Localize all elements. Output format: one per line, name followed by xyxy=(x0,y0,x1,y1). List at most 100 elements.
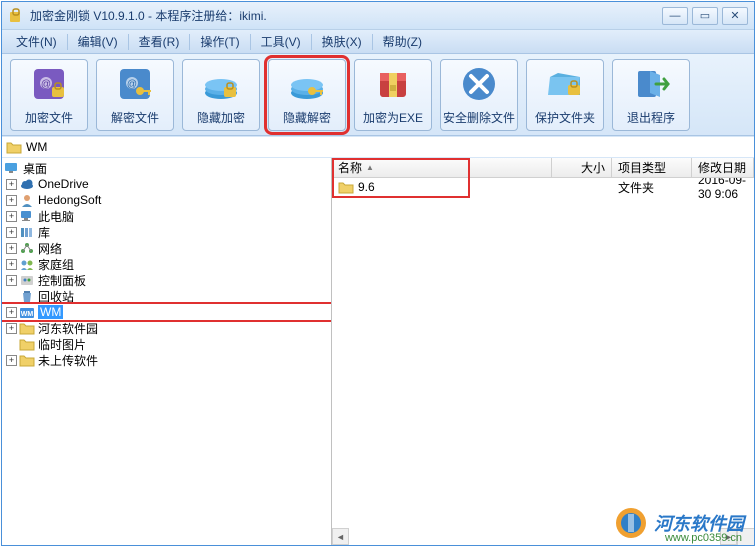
tree-pane[interactable]: 桌面 +OneDrive+HedongSoft+此电脑+库+网络+家庭组+控制面… xyxy=(2,158,332,545)
desktop-icon xyxy=(4,161,20,175)
expander-icon[interactable]: + xyxy=(6,243,17,254)
tree-label: OneDrive xyxy=(38,177,89,191)
tree-label: 网络 xyxy=(38,240,62,257)
folder-icon xyxy=(6,140,22,154)
folder-icon xyxy=(338,180,354,194)
tree-item[interactable]: + WM WM xyxy=(2,304,331,320)
toolbar-secure-delete[interactable]: 安全删除文件 xyxy=(440,59,518,131)
cloud-icon xyxy=(19,177,35,191)
tree-item[interactable]: + 河东软件园 xyxy=(2,320,331,336)
tree-item[interactable]: +控制面板 xyxy=(2,272,331,288)
toolbar-label: 隐藏加密 xyxy=(197,109,245,126)
recycle-icon xyxy=(19,289,35,303)
svg-text:@: @ xyxy=(127,79,137,90)
expander-icon[interactable]: + xyxy=(6,179,17,190)
expander-icon[interactable]: + xyxy=(6,195,17,206)
expander-icon[interactable]: + xyxy=(6,259,17,270)
control-icon xyxy=(19,273,35,287)
minimize-button[interactable]: — xyxy=(662,7,688,25)
tree-item[interactable]: 回收站 xyxy=(2,288,331,304)
close-button[interactable]: ✕ xyxy=(722,7,748,25)
row-date: 2016-09-30 9:06 xyxy=(692,178,754,201)
toolbar-hide-decrypt[interactable]: 隐藏解密 xyxy=(268,59,346,131)
toolbar-label: 加密为EXE xyxy=(363,109,423,126)
content-area: 桌面 +OneDrive+HedongSoft+此电脑+库+网络+家庭组+控制面… xyxy=(2,158,754,545)
toolbar-exit[interactable]: 退出程序 xyxy=(612,59,690,131)
expander-icon[interactable]: + xyxy=(6,227,17,238)
toolbar-label: 加密文件 xyxy=(25,109,73,126)
expander-icon[interactable]: + xyxy=(6,275,17,286)
menu-view[interactable]: 查看(R) xyxy=(131,33,188,50)
folder-icon xyxy=(19,337,35,351)
drive-lock-icon xyxy=(200,63,242,105)
tree-item[interactable]: + 此电脑 xyxy=(2,208,331,224)
tree-label: HedongSoft xyxy=(38,193,101,207)
book-key-icon: @ xyxy=(114,63,156,105)
tree-root-desktop[interactable]: 桌面 xyxy=(2,160,331,176)
menu-skin[interactable]: 换肤(X) xyxy=(314,33,370,50)
folder-icon xyxy=(19,353,35,367)
row-type: 文件夹 xyxy=(612,179,692,196)
list-header: 名称▲ 大小 项目类型 修改日期 xyxy=(332,158,754,178)
menu-tools[interactable]: 工具(V) xyxy=(253,33,309,50)
tree-label: WM xyxy=(38,305,63,319)
toolbar-encrypt-file[interactable]: @ 加密文件 xyxy=(10,59,88,131)
list-pane: 名称▲ 大小 项目类型 修改日期 9.6 文件夹2016-09-30 9:06 ◄… xyxy=(332,158,754,545)
toolbar-hide-encrypt[interactable]: 隐藏加密 xyxy=(182,59,260,131)
tree-item[interactable]: + 网络 xyxy=(2,240,331,256)
tree-label: 桌面 xyxy=(23,160,47,177)
exit-icon xyxy=(630,63,672,105)
tree-label: 库 xyxy=(38,224,50,241)
menu-edit[interactable]: 编辑(V) xyxy=(70,33,126,50)
col-name[interactable]: 名称▲ xyxy=(332,158,552,177)
toolbar-label: 安全删除文件 xyxy=(443,109,515,126)
window-controls: — ▭ ✕ xyxy=(662,7,748,25)
maximize-button[interactable]: ▭ xyxy=(692,7,718,25)
col-size[interactable]: 大小 xyxy=(552,158,612,177)
tree-item[interactable]: +家庭组 xyxy=(2,256,331,272)
menu-operate[interactable]: 操作(T) xyxy=(192,33,247,50)
tree-item[interactable]: + HedongSoft xyxy=(2,192,331,208)
list-body[interactable]: 9.6 文件夹2016-09-30 9:06 xyxy=(332,178,754,545)
toolbar-encrypt-exe[interactable]: 加密为EXE xyxy=(354,59,432,131)
svg-text:@: @ xyxy=(41,79,51,90)
network-icon xyxy=(19,241,35,255)
toolbar-protect-folder[interactable]: 保护文件夹 xyxy=(526,59,604,131)
library-icon xyxy=(19,225,35,239)
menubar: 文件(N) 编辑(V) 查看(R) 操作(T) 工具(V) 换肤(X) 帮助(Z… xyxy=(2,30,754,54)
expander-icon[interactable]: + xyxy=(6,307,17,318)
tree-label: 回收站 xyxy=(38,288,74,305)
folder-lock-icon xyxy=(544,63,586,105)
tree-item[interactable]: +库 xyxy=(2,224,331,240)
toolbar-label: 退出程序 xyxy=(627,109,675,126)
folder-icon xyxy=(19,321,35,335)
scroll-left[interactable]: ◄ xyxy=(332,528,349,545)
toolbar-label: 保护文件夹 xyxy=(535,109,595,126)
expander-icon[interactable]: + xyxy=(6,323,17,334)
row-name: 9.6 xyxy=(358,180,375,194)
list-row[interactable]: 9.6文件夹2016-09-30 9:06 xyxy=(332,178,754,196)
tree-item[interactable]: +未上传软件 xyxy=(2,352,331,368)
tree-label: 河东软件园 xyxy=(38,320,98,337)
homegroup-icon xyxy=(19,257,35,271)
svg-text:WM: WM xyxy=(21,311,34,318)
toolbar-label: 解密文件 xyxy=(111,109,159,126)
tree-label: 临时图片 xyxy=(38,336,86,353)
expander-icon[interactable]: + xyxy=(6,355,17,366)
col-date[interactable]: 修改日期 xyxy=(692,158,754,177)
toolbar: @ 加密文件 @ 解密文件 隐藏加密 隐藏解密 加密为EXE 安全删除文件 保护… xyxy=(2,54,754,136)
scroll-corner xyxy=(737,528,754,545)
menu-file[interactable]: 文件(N) xyxy=(8,33,65,50)
col-type[interactable]: 项目类型 xyxy=(612,158,692,177)
scroll-right[interactable]: ► xyxy=(720,528,737,545)
menu-help[interactable]: 帮助(Z) xyxy=(375,33,430,50)
tree-label: 此电脑 xyxy=(38,208,74,225)
titlebar: 加密金刚锁 V10.9.1.0 - 本程序注册给：ikimi. — ▭ ✕ xyxy=(2,2,754,30)
tree-item[interactable]: + OneDrive xyxy=(2,176,331,192)
tree-item[interactable]: 临时图片 xyxy=(2,336,331,352)
drive-key-icon xyxy=(286,63,328,105)
expander-icon[interactable]: + xyxy=(6,211,17,222)
toolbar-decrypt-file[interactable]: @ 解密文件 xyxy=(96,59,174,131)
window-title: 加密金刚锁 V10.9.1.0 - 本程序注册给：ikimi. xyxy=(30,7,662,24)
sort-asc-icon: ▲ xyxy=(366,163,374,172)
